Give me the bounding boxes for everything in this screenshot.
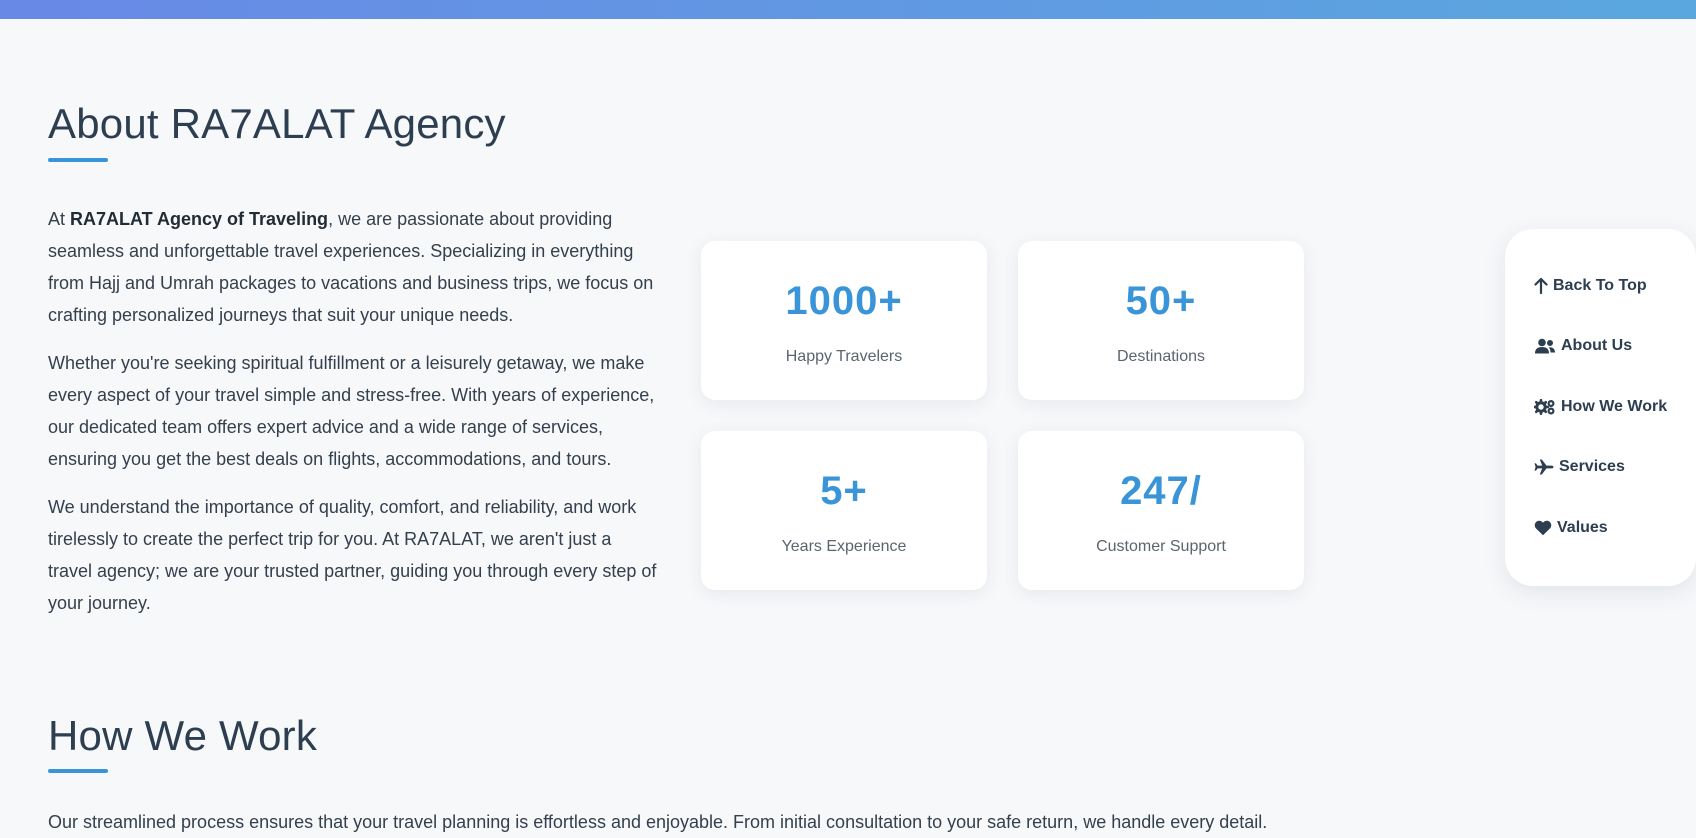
stat-card-happy-travelers: 1000+ Happy Travelers [701,241,987,400]
stat-number: 5+ [820,469,868,513]
nav-values[interactable]: Values [1534,519,1608,537]
stat-number: 1000+ [785,279,903,323]
nav-label: How We Work [1561,398,1668,415]
how-we-work-intro: Our streamlined process ensures that you… [48,812,1268,832]
stat-label: Destinations [1116,348,1206,365]
about-p1-prefix: At [48,209,71,229]
nav-services[interactable]: Services [1534,458,1625,476]
stat-label: Years Experience [781,538,907,555]
how-we-work-title: How We Work [48,712,318,759]
how-we-work-title-underline [48,769,108,773]
gears-icon [1534,399,1555,415]
stat-card-customer-support: 247/ Customer Support [1018,431,1304,590]
stat-number: 247/ [1120,469,1202,513]
users-icon [1535,338,1555,354]
about-paragraph-1: At RA7ALAT Agency of Traveling, we are p… [48,203,658,331]
about-title: About RA7ALAT Agency [48,100,506,147]
arrow-up-icon [1534,278,1548,294]
nav-label: Services [1559,458,1625,475]
stat-number: 50+ [1125,279,1197,323]
about-title-underline [48,158,108,162]
about-paragraph-3: We understand the importance of quality,… [48,497,657,613]
about-text: At RA7ALAT Agency of Traveling, we are p… [48,203,658,635]
plane-icon [1534,459,1554,475]
about-paragraph-2: Whether you're seeking spiritual fulfill… [48,353,655,469]
nav-label: Values [1557,519,1608,536]
nav-label: About Us [1561,337,1633,354]
heart-icon [1534,520,1552,536]
stat-card-years-experience: 5+ Years Experience [701,431,987,590]
stat-label: Happy Travelers [785,348,903,365]
nav-about-us[interactable]: About Us [1534,337,1632,355]
side-navigation: Back To Top About Us How We Work Service… [1505,229,1696,586]
page: About RA7ALAT Agency At RA7ALAT Agency o… [0,0,1696,832]
nav-how-we-work[interactable]: How We Work [1534,398,1667,416]
stat-label: Customer Support [1096,538,1226,555]
agency-name: RA7ALAT Agency of Traveling [70,209,329,229]
nav-label: Back To Top [1553,277,1647,294]
top-gradient-bar [0,0,1696,19]
nav-back-to-top[interactable]: Back To Top [1534,277,1647,295]
stat-card-destinations: 50+ Destinations [1018,241,1304,400]
